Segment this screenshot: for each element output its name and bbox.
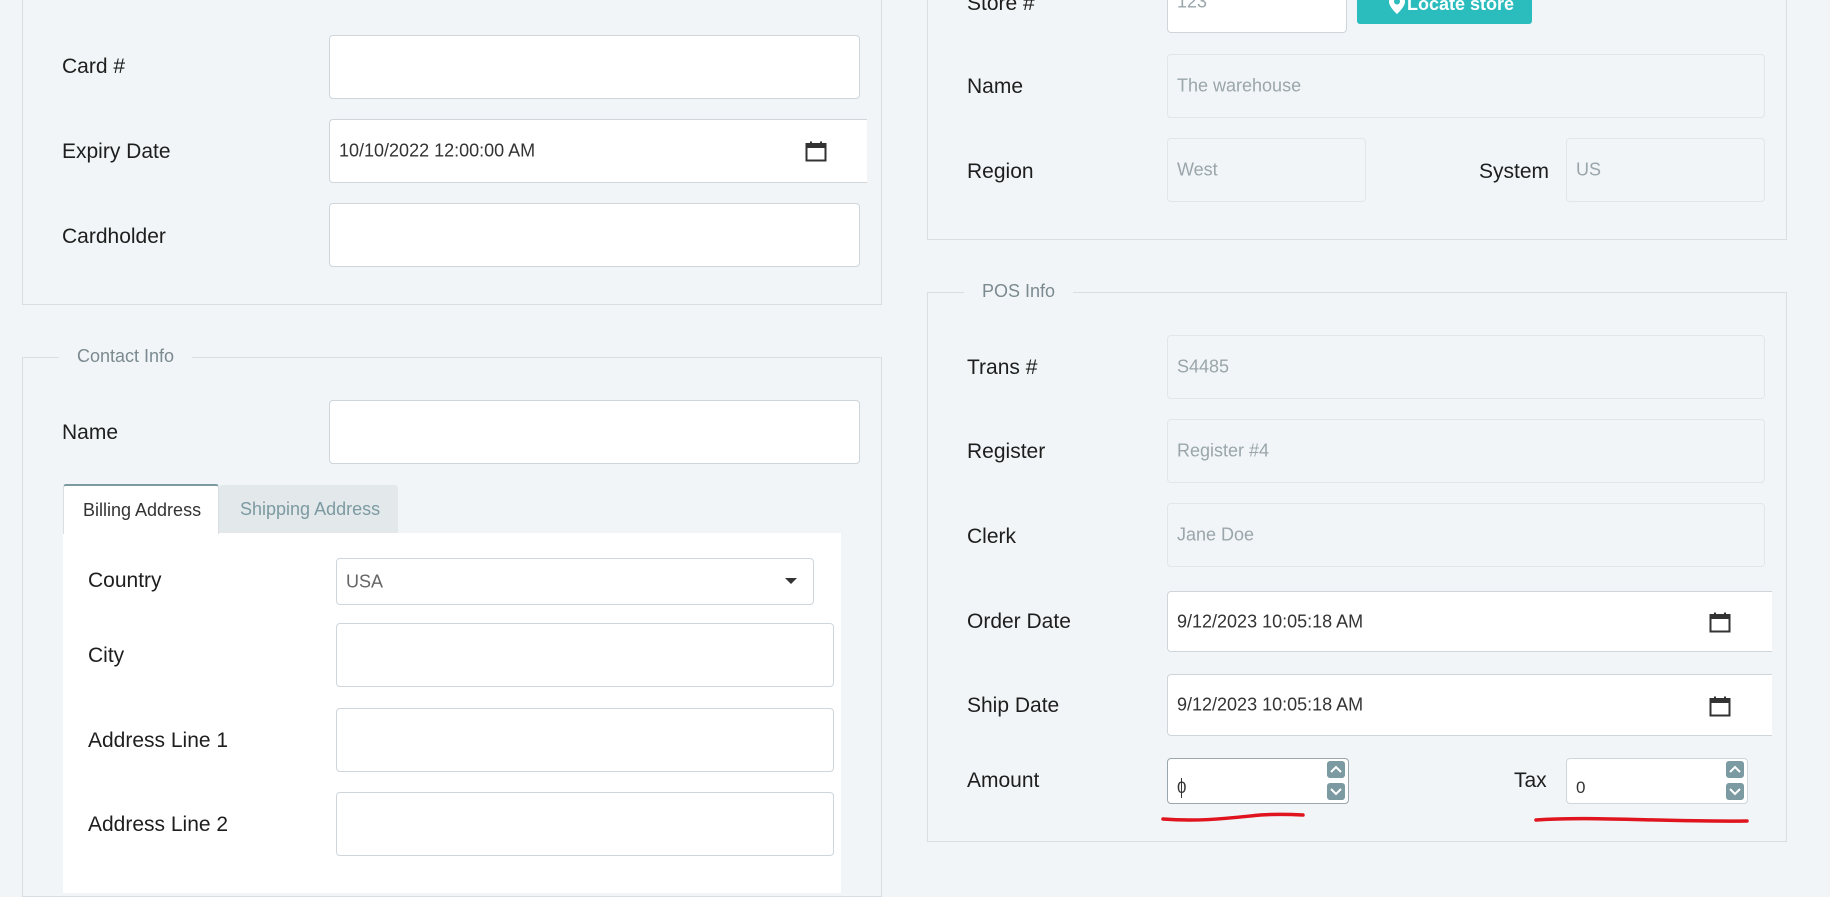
annotation-underline-amount <box>1161 812 1305 822</box>
address-line-1-input[interactable] <box>336 708 834 772</box>
spin-down-icon[interactable] <box>1726 783 1744 800</box>
contact-name-label: Name <box>62 421 119 444</box>
tab-billing-address[interactable]: Billing Address <box>63 484 219 534</box>
ship-date-label: Ship Date <box>967 694 1060 717</box>
register-label: Register <box>967 440 1046 463</box>
annotation-underline-tax <box>1534 816 1749 823</box>
region-label: Region <box>967 160 1034 183</box>
clerk-input[interactable]: Jane Doe <box>1167 503 1765 567</box>
card-number-input[interactable] <box>329 35 860 99</box>
tab-shipping-address[interactable]: Shipping Address <box>219 485 398 534</box>
address-line-2-label: Address Line 2 <box>88 813 229 836</box>
system-label: System <box>1479 160 1550 183</box>
tax-numeric-input[interactable]: 0 <box>1566 758 1748 804</box>
store-name-value: The warehouse <box>1177 75 1302 96</box>
region-value: West <box>1177 159 1218 180</box>
tab-shipping-address-label: Shipping Address <box>240 499 381 519</box>
spin-up-icon[interactable] <box>1726 761 1744 778</box>
store-number-input[interactable]: 123 <box>1167 0 1347 33</box>
tab-billing-address-label: Billing Address <box>83 500 202 520</box>
country-label: Country <box>88 569 162 592</box>
order-date-label: Order Date <box>967 610 1071 633</box>
register-value: Register #4 <box>1177 440 1270 461</box>
region-input[interactable]: West <box>1167 138 1366 202</box>
city-input[interactable] <box>336 623 834 687</box>
spin-up-icon[interactable] <box>1327 761 1345 778</box>
cardholder-label: Cardholder <box>62 225 166 248</box>
country-value: USA <box>346 571 384 591</box>
chevron-down-icon <box>785 578 797 584</box>
cardholder-input[interactable] <box>329 203 860 267</box>
order-date-value: 9/12/2023 10:05:18 AM <box>1177 611 1364 631</box>
order-date-input[interactable]: 9/12/2023 10:05:18 AM <box>1167 591 1772 652</box>
store-number-value: 123 <box>1177 0 1208 11</box>
card-number-label: Card # <box>62 55 126 78</box>
locate-store-label: Locate store <box>1407 0 1515 14</box>
trans-number-value: S4485 <box>1177 356 1230 377</box>
calendar-icon[interactable] <box>1709 696 1731 717</box>
expiry-date-label: Expiry Date <box>62 140 171 163</box>
tax-value: 0 <box>1576 778 1586 797</box>
clerk-label: Clerk <box>967 525 1017 548</box>
expiry-date-input[interactable]: 10/10/2022 12:00:00 AM <box>329 119 867 183</box>
pos-info-legend: POS Info <box>964 281 1074 302</box>
amount-numeric-input[interactable]: 0 <box>1167 758 1349 804</box>
tax-label: Tax <box>1514 769 1547 792</box>
calendar-icon[interactable] <box>805 141 827 162</box>
store-name-input[interactable]: The warehouse <box>1167 54 1765 118</box>
contact-info-legend: Contact Info <box>59 346 193 367</box>
ship-date-input[interactable]: 9/12/2023 10:05:18 AM <box>1167 674 1772 736</box>
store-number-label: Store # <box>967 0 1035 15</box>
system-input[interactable]: US <box>1566 138 1765 202</box>
clerk-value: Jane Doe <box>1177 524 1255 545</box>
store-panel <box>927 0 1787 240</box>
system-value: US <box>1576 159 1602 180</box>
amount-label: Amount <box>967 769 1040 792</box>
city-label: City <box>88 644 125 667</box>
trans-number-label: Trans # <box>967 356 1038 379</box>
map-pin-icon <box>1389 0 1405 19</box>
trans-number-input[interactable]: S4485 <box>1167 335 1765 399</box>
spin-down-icon[interactable] <box>1327 783 1345 800</box>
ship-date-value: 9/12/2023 10:05:18 AM <box>1177 694 1364 715</box>
locate-store-button[interactable]: Locate store <box>1357 0 1532 24</box>
text-cursor <box>1181 778 1182 798</box>
calendar-icon[interactable] <box>1709 612 1731 633</box>
store-name-label: Name <box>967 75 1024 98</box>
country-select[interactable]: USA <box>336 558 814 605</box>
address-line-2-input[interactable] <box>336 792 834 856</box>
expiry-date-value: 10/10/2022 12:00:00 AM <box>339 140 536 161</box>
register-input[interactable]: Register #4 <box>1167 419 1765 483</box>
address-line-1-label: Address Line 1 <box>88 729 229 752</box>
contact-name-input[interactable] <box>329 400 860 464</box>
